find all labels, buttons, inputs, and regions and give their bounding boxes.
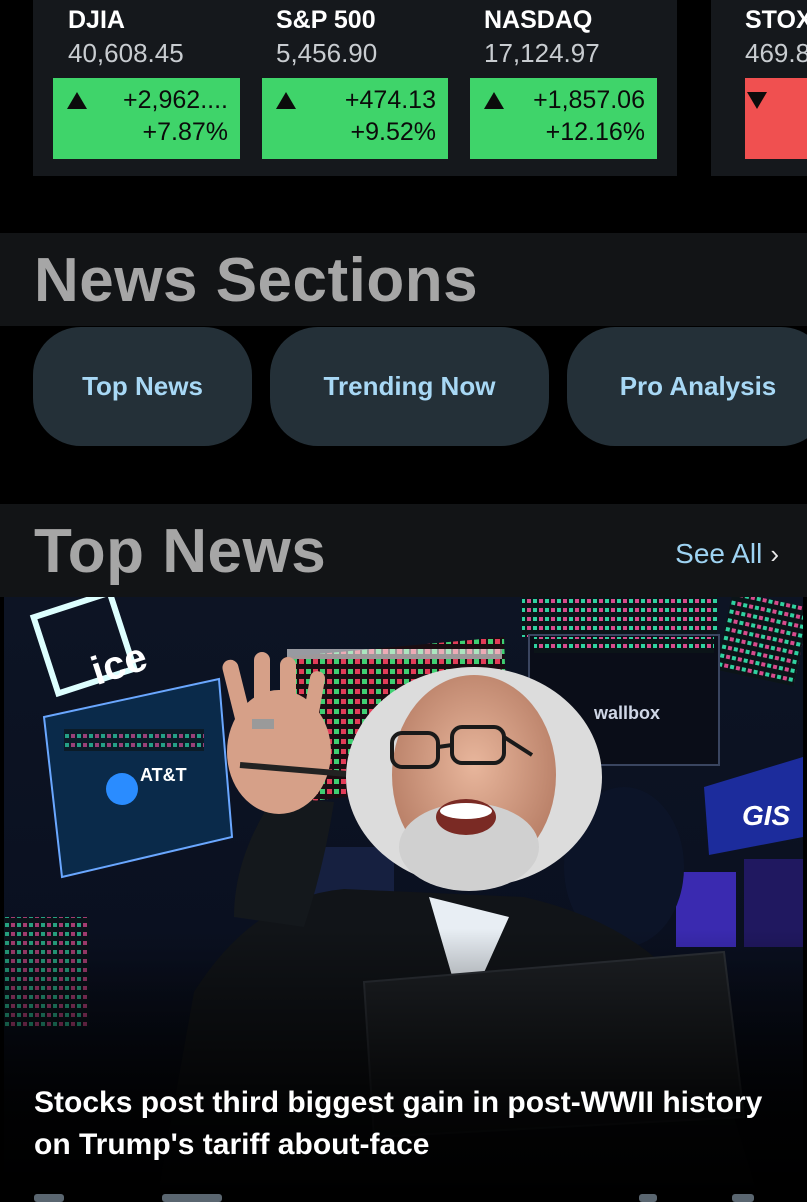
ticker-symbol: STOX <box>745 6 807 34</box>
ticker-djia[interactable]: DJIA 40,608.45 +2,962.... +7.87% <box>53 0 248 176</box>
ticker-change-box: +474.13 +9.52% <box>262 78 448 159</box>
up-arrow-icon <box>67 92 87 109</box>
market-ticker-strip[interactable]: DJIA 40,608.45 +2,962.... +7.87% S&P 500… <box>0 0 807 176</box>
ticker-price: 17,124.97 <box>484 38 600 68</box>
up-arrow-icon <box>484 92 504 109</box>
story-meta-row <box>34 1188 794 1202</box>
ticker-price: 40,608.45 <box>68 38 184 68</box>
ticker-stoxx[interactable]: STOX 469.8 <box>745 0 807 176</box>
ticker-change-box: +1,857.06 +12.16% <box>470 78 657 159</box>
ticker-price: 469.8 <box>745 38 807 68</box>
up-arrow-icon <box>276 92 296 109</box>
ticker-change-points: +2,962.... <box>123 86 228 114</box>
story-timestamp <box>34 1194 64 1202</box>
ticker-symbol: S&P 500 <box>276 6 376 34</box>
ticker-change-box <box>745 78 807 159</box>
news-sections-header: News Sections <box>0 233 807 326</box>
section-title: Top News <box>34 517 327 586</box>
bookmark-icon[interactable] <box>639 1194 657 1202</box>
pill-top-news[interactable]: Top News <box>33 327 252 446</box>
pill-pro-analysis[interactable]: Pro Analysis <box>567 327 807 446</box>
ticker-sp500[interactable]: S&P 500 5,456.90 +474.13 +9.52% <box>262 0 456 176</box>
pill-trending-now[interactable]: Trending Now <box>270 327 549 446</box>
see-all-link[interactable]: See All › <box>675 538 779 570</box>
story-author <box>162 1194 222 1202</box>
ticker-price: 5,456.90 <box>276 38 378 68</box>
share-icon[interactable] <box>732 1194 754 1202</box>
ticker-change-box: +2,962.... +7.87% <box>53 78 240 159</box>
top-story-headline[interactable]: Stocks post third biggest gain in post-W… <box>34 1082 774 1166</box>
ticker-symbol: NASDAQ <box>484 6 593 34</box>
chevron-right-icon: › <box>770 538 779 569</box>
see-all-label: See All <box>675 538 763 569</box>
ticker-change-percent: +7.87% <box>142 118 229 146</box>
ticker-nasdaq[interactable]: NASDAQ 17,124.97 +1,857.06 +12.16% <box>470 0 664 176</box>
ticker-change-points: +474.13 <box>344 86 436 114</box>
news-sections-pills: Top News Trending Now Pro Analysis <box>0 326 807 503</box>
down-arrow-icon <box>747 92 767 109</box>
ticker-change-percent: +12.16% <box>545 118 645 146</box>
ticker-change-percent: +9.52% <box>350 118 437 146</box>
ticker-symbol: DJIA <box>68 6 125 34</box>
ticker-change-points: +1,857.06 <box>533 86 645 114</box>
section-title: News Sections <box>34 246 479 315</box>
